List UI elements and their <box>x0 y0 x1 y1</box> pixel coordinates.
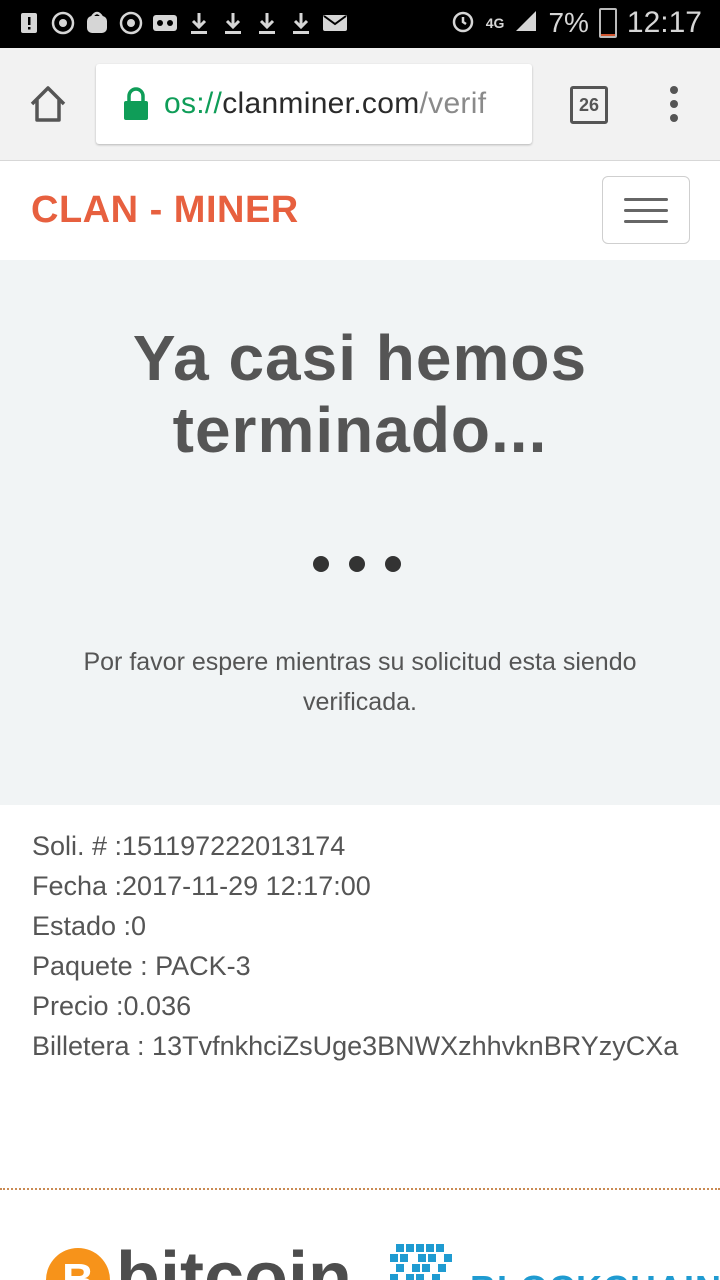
site-logo[interactable]: CLAN - MINER <box>31 189 299 232</box>
bitcoin-wordmark: bitcoin <box>116 1238 352 1280</box>
request-date: Fecha :2017-11-29 12:17:00 <box>32 871 371 901</box>
home-icon[interactable] <box>26 82 70 126</box>
request-package: Paquete : PACK-3 <box>32 951 251 981</box>
4g-icon: 4G <box>485 15 505 31</box>
battery-icon <box>598 8 617 38</box>
whatsapp-icon <box>118 10 144 36</box>
voicemail-icon <box>152 10 178 36</box>
request-status: Estado :0 <box>32 911 147 941</box>
status-message: Por favor espere mientras su solicitud e… <box>83 648 637 716</box>
request-price: Precio :0.036 <box>32 991 192 1021</box>
whatsapp-icon <box>50 10 76 36</box>
verification-panel: Ya casi hemos terminado... Por favor esp… <box>0 260 720 805</box>
galaxy-store-icon <box>84 10 110 36</box>
bitcoin-logo: B bitcoin <box>46 1238 352 1280</box>
download-icon <box>288 10 314 36</box>
battery-percent: 7% <box>548 7 589 38</box>
overflow-menu-icon[interactable] <box>664 86 684 122</box>
download-icon <box>254 10 280 36</box>
request-details: Soli. # :151197222013174 Fecha :2017-11-… <box>32 826 678 1066</box>
clock: 12:17 <box>626 6 702 39</box>
browser-toolbar: os://clanminer.com/verif 26 <box>0 48 720 161</box>
download-icon <box>186 10 212 36</box>
alarm-icon <box>450 8 476 39</box>
lock-icon <box>122 86 150 122</box>
site-navbar: CLAN - MINER <box>0 161 720 260</box>
footer-logos: B bitcoin BLOCKCHAIN <box>0 1190 720 1280</box>
tab-switcher-button[interactable]: 26 <box>570 86 608 124</box>
system-status: 4G 7% 12:17 <box>450 6 702 40</box>
blockchain-cube-icon <box>388 1240 456 1280</box>
alert-icon <box>16 10 42 36</box>
page-title: Ya casi hemos terminado... <box>132 322 588 466</box>
blockchain-logo: BLOCKCHAIN <box>388 1240 720 1280</box>
signal-icon <box>514 9 538 38</box>
nav-toggle-button[interactable] <box>602 176 690 244</box>
status-bar: 4G 7% 12:17 <box>0 0 720 48</box>
bitcoin-icon: B <box>46 1248 110 1280</box>
loading-indicator <box>313 556 401 572</box>
url-text: os://clanminer.com/verif <box>164 87 487 120</box>
request-number: Soli. # :151197222013174 <box>32 831 346 861</box>
blockchain-wordmark: BLOCKCHAIN <box>470 1268 720 1280</box>
download-icon <box>220 10 246 36</box>
mail-icon <box>322 10 348 36</box>
request-wallet: Billetera : 13TvfnkhciZsUge3BNWXzhhvknBR… <box>32 1031 679 1061</box>
address-bar[interactable]: os://clanminer.com/verif <box>96 64 532 144</box>
notification-icons <box>16 10 348 36</box>
